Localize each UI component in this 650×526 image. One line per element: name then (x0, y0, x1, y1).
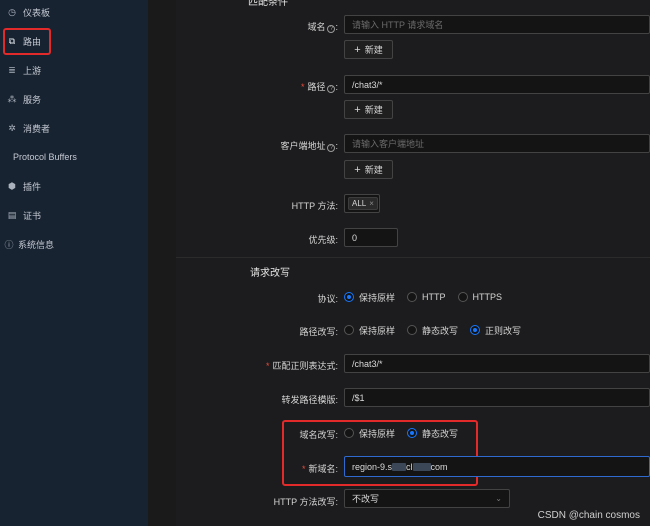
consumer-icon: ✲ (8, 122, 16, 133)
protocol-https-radio[interactable]: HTTPS (457, 292, 502, 302)
http-method-label: HTTP 方法: (291, 201, 338, 211)
plus-icon: + (354, 163, 361, 176)
regex-label: * 匹配正则表达式: (265, 361, 338, 371)
sidebar-item-plugin[interactable]: ⬢ 插件 (0, 176, 148, 196)
host-rewrite-radio-group: 保持原样 静态改写 (344, 427, 470, 439)
close-icon[interactable]: × (369, 199, 374, 208)
sidebar-item-protobuf[interactable]: Protocol Buffers (0, 147, 148, 167)
sidebar-item-certificate[interactable]: ▤ 证书 (0, 205, 148, 225)
method-tag: ALL × (348, 197, 378, 210)
path-rewrite-label: 路径改写: (299, 327, 338, 337)
sidebar-item-label: Protocol Buffers (13, 152, 77, 162)
plus-icon: + (354, 103, 361, 116)
protocol-label: 协议: (317, 294, 338, 304)
add-path-button[interactable]: + 新建 (344, 100, 393, 119)
sidebar-item-upstream[interactable]: ≣ 上游 (0, 60, 148, 80)
host-input[interactable]: 请输入 HTTP 请求域名 (344, 15, 650, 34)
help-icon: ? (327, 25, 336, 33)
remote-address-label: 客户端地址?: (280, 141, 338, 152)
sidebar-item-label: 上游 (23, 65, 42, 76)
dashboard-icon: ◷ (8, 6, 16, 17)
help-icon: ? (327, 144, 336, 152)
path-input[interactable]: /chat3/* (344, 75, 650, 94)
sidebar: ◷ 仪表板 ⧉ 路由 ≣ 上游 ⁂ 服务 ✲ 消费者 Protocol Buff… (0, 0, 148, 526)
priority-input[interactable]: 0 (344, 228, 398, 247)
method-rewrite-select[interactable]: 不改写 ⌄ (344, 489, 510, 508)
route-form: 匹配条件 域名?: 请输入 HTTP 请求域名 + 新建 * 路径?: /chat3… (176, 0, 650, 526)
sidebar-item-label: 仪表板 (23, 7, 51, 18)
protocol-keep-radio[interactable]: 保持原样 (344, 291, 395, 304)
host-label: 域名?: (307, 22, 338, 33)
template-input[interactable]: /$1 (344, 388, 650, 407)
plugin-icon: ⬢ (8, 180, 16, 191)
watermark: CSDN @chain cosmos (537, 510, 640, 521)
help-icon: ? (327, 85, 336, 93)
match-section-title: 匹配条件 (248, 0, 288, 8)
protocol-radio-group: 保持原样 HTTP HTTPS (344, 291, 514, 303)
chevron-down-icon: ⌄ (495, 494, 502, 503)
host-rewrite-keep-radio[interactable]: 保持原样 (344, 427, 395, 440)
add-host-button[interactable]: + 新建 (344, 40, 393, 59)
info-icon: ⓘ (4, 239, 14, 250)
layout-gutter (148, 0, 176, 526)
route-highlight-box (3, 28, 51, 55)
sidebar-item-label: 插件 (23, 181, 42, 192)
sidebar-item-label: 证书 (23, 210, 42, 221)
template-label: 转发路径模版: (281, 395, 338, 405)
path-rewrite-regex-radio[interactable]: 正则改写 (470, 324, 521, 337)
host-rewrite-static-radio[interactable]: 静态改写 (407, 427, 458, 440)
sidebar-item-service[interactable]: ⁂ 服务 (0, 89, 148, 109)
sidebar-item-label: 服务 (23, 94, 42, 105)
sidebar-item-label: 消费者 (23, 123, 51, 134)
certificate-icon: ▤ (7, 209, 17, 220)
upstream-icon: ≣ (8, 64, 16, 75)
method-rewrite-label: HTTP 方法改写: (273, 497, 338, 507)
sidebar-item-dashboard[interactable]: ◷ 仪表板 (0, 2, 148, 22)
http-method-select[interactable]: ALL × (344, 194, 380, 213)
sidebar-item-system-info[interactable]: ⓘ 系统信息 (0, 234, 148, 254)
regex-input[interactable]: /chat3/* (344, 354, 650, 373)
rewrite-section-title: 请求改写 (250, 268, 290, 279)
path-rewrite-keep-radio[interactable]: 保持原样 (344, 324, 395, 337)
remote-address-input[interactable]: 请输入客户端地址 (344, 134, 650, 153)
service-icon: ⁂ (7, 93, 17, 104)
path-label: * 路径?: (300, 82, 338, 93)
sidebar-item-consumer[interactable]: ✲ 消费者 (0, 118, 148, 138)
new-host-input[interactable]: region-9.s cl com (344, 456, 650, 477)
add-remote-address-button[interactable]: + 新建 (344, 160, 393, 179)
path-rewrite-static-radio[interactable]: 静态改写 (407, 324, 458, 337)
redacted-text (412, 462, 431, 471)
sidebar-item-label: 系统信息 (18, 239, 55, 250)
redacted-text (392, 462, 407, 471)
protocol-http-radio[interactable]: HTTP (407, 292, 446, 302)
path-rewrite-radio-group: 保持原样 静态改写 正则改写 (344, 324, 533, 336)
priority-label: 优先级: (308, 235, 338, 245)
plus-icon: + (354, 43, 361, 56)
host-rewrite-label: 域名改写: (299, 430, 338, 440)
new-host-label: * 新域名: (301, 464, 338, 474)
section-divider (176, 257, 650, 258)
